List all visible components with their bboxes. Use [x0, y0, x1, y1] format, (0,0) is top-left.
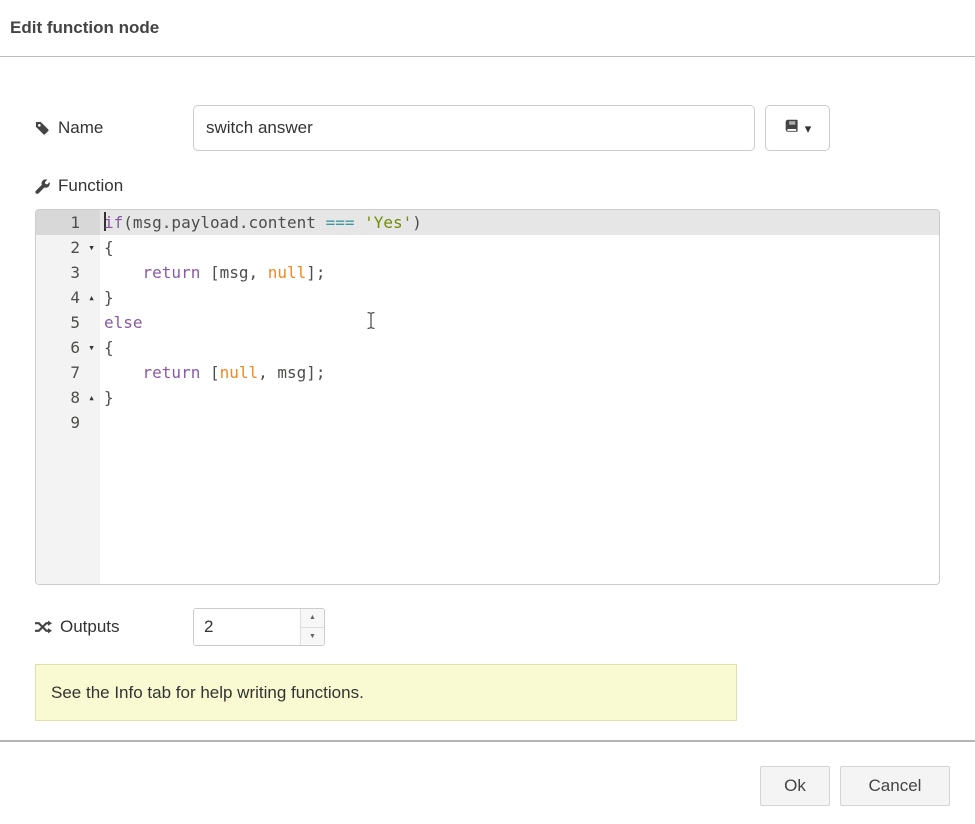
- code-editor[interactable]: 12▾34▴56▾78▴9 if(msg.payload.content ===…: [35, 209, 940, 585]
- code-line[interactable]: {: [100, 335, 939, 360]
- library-button[interactable]: ▾: [765, 105, 830, 151]
- spin-buttons: ▲ ▼: [300, 609, 324, 645]
- line-number: 9: [36, 410, 83, 435]
- gutter-line: 8▴: [36, 385, 100, 410]
- gutter-line: 5: [36, 310, 100, 335]
- code-line[interactable]: }: [100, 285, 939, 310]
- gutter-line: 1: [36, 210, 100, 235]
- name-label: Name: [35, 118, 193, 138]
- gutter-line: 3: [36, 260, 100, 285]
- fold-close-icon[interactable]: ▴: [83, 392, 100, 403]
- line-number: 2: [36, 235, 83, 260]
- dialog-footer: Ok Cancel: [0, 742, 975, 806]
- gutter-line: 7: [36, 360, 100, 385]
- gutter-line: 9: [36, 410, 100, 435]
- code-line[interactable]: {: [100, 235, 939, 260]
- code-line[interactable]: [100, 410, 939, 435]
- name-label-text: Name: [58, 118, 103, 138]
- form-tip-text: See the Info tab for help writing functi…: [51, 683, 364, 703]
- wrench-icon: [35, 179, 50, 194]
- dialog-header: Edit function node: [0, 0, 975, 57]
- gutter-line: 4▴: [36, 285, 100, 310]
- book-icon: [784, 119, 799, 137]
- outputs-label-text: Outputs: [60, 617, 120, 637]
- code-line[interactable]: if(msg.payload.content === 'Yes'): [100, 210, 939, 235]
- outputs-input[interactable]: [194, 609, 300, 645]
- dialog-title: Edit function node: [10, 18, 159, 38]
- caret-down-icon: ▾: [805, 122, 812, 135]
- cancel-button[interactable]: Cancel: [840, 766, 950, 806]
- form-tip: See the Info tab for help writing functi…: [35, 664, 737, 721]
- code-line[interactable]: return [msg, null];: [100, 260, 939, 285]
- dialog-content: Name ▾ Function 12▾34▴56▾78▴9 if(msg.pay…: [0, 57, 975, 721]
- fold-close-icon[interactable]: ▴: [83, 292, 100, 303]
- code-line[interactable]: return [null, msg];: [100, 360, 939, 385]
- edit-function-dialog: Edit function node Name ▾ Function: [0, 0, 975, 806]
- editor-code: if(msg.payload.content === 'Yes'){ retur…: [100, 210, 939, 584]
- shuffle-icon: [35, 620, 52, 634]
- ok-button[interactable]: Ok: [760, 766, 830, 806]
- outputs-row: Outputs ▲ ▼: [35, 608, 940, 646]
- gutter-line: 6▾: [36, 335, 100, 360]
- code-line[interactable]: }: [100, 385, 939, 410]
- gutter-line: 2▾: [36, 235, 100, 260]
- function-label-row: Function: [35, 175, 940, 197]
- name-row: Name ▾: [35, 105, 940, 151]
- line-number: 6: [36, 335, 83, 360]
- code-line[interactable]: else: [100, 310, 939, 335]
- spin-up-button[interactable]: ▲: [301, 609, 324, 628]
- tag-icon: [35, 121, 50, 136]
- line-number: 1: [36, 210, 83, 235]
- fold-open-icon[interactable]: ▾: [83, 242, 100, 253]
- outputs-label: Outputs: [35, 617, 193, 637]
- line-number: 8: [36, 385, 83, 410]
- line-number: 7: [36, 360, 83, 385]
- spin-down-icon: ▼: [309, 633, 316, 640]
- line-number: 5: [36, 310, 83, 335]
- line-number: 4: [36, 285, 83, 310]
- spin-down-button[interactable]: ▼: [301, 628, 324, 646]
- outputs-spinner: ▲ ▼: [193, 608, 325, 646]
- line-number: 3: [36, 260, 83, 285]
- name-input[interactable]: [193, 105, 755, 151]
- function-label-text: Function: [58, 176, 123, 196]
- spin-up-icon: ▲: [309, 614, 316, 621]
- editor-gutter: 12▾34▴56▾78▴9: [36, 210, 100, 584]
- fold-open-icon[interactable]: ▾: [83, 342, 100, 353]
